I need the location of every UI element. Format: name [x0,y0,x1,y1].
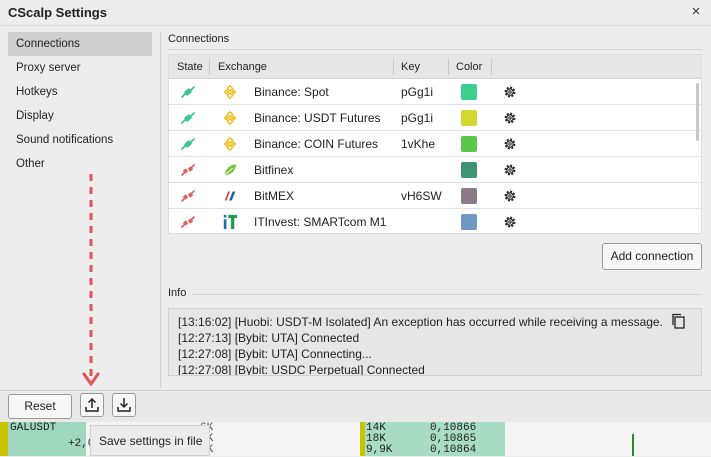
exchange-name: Binance: Spot [254,85,329,99]
connections-section-title: Connections [168,33,230,45]
binance-icon [223,110,237,126]
disconnected-plug-icon[interactable] [181,164,195,176]
download-icon [117,398,131,412]
table-row[interactable]: ITInvest: SMARTcom M1 [169,209,701,233]
sidebar-item-sound-notifications[interactable]: Sound notifications [8,128,152,152]
import-settings-button[interactable] [112,393,136,417]
bitfinex-leaf-icon [224,164,237,176]
color-swatch[interactable] [461,162,477,178]
sidebar-item-hotkeys[interactable]: Hotkeys [8,80,152,104]
annotation-arrow-icon [82,174,100,387]
tooltip: Save settings in file [90,425,210,456]
table-header: State Exchange Key Color [169,55,701,79]
column-divider [393,59,394,75]
disconnected-plug-icon[interactable] [181,190,195,202]
column-header-color[interactable]: Color [456,55,482,79]
background-candle [632,434,634,456]
connected-plug-icon[interactable] [181,138,195,150]
exchange-name: Binance: COIN Futures [254,137,379,151]
sidebar-item-display[interactable]: Display [8,104,152,128]
log-line: [12:27:13] [Bybit: UTA] Connected [178,331,360,345]
close-icon[interactable]: × [687,3,705,21]
connection-key: 1vKhe [401,137,436,151]
exchange-name: Binance: USDT Futures [254,111,381,125]
connected-plug-icon[interactable] [181,86,195,98]
background-book-price: 0,10864 [430,444,477,456]
disconnected-plug-icon[interactable] [181,216,195,228]
log-line: [13:16:02] [Huobi: USDT-M Isolated] An e… [178,315,663,329]
binance-icon [223,136,237,152]
table-row[interactable]: BitMEX vH6SW [169,183,701,209]
itinvest-icon [223,214,238,230]
log-line: [12:27:08] [Bybit: UTA] Connecting... [178,347,372,361]
log-line: [12:27:08] [Bybit: USDC Perpetual] Conne… [178,363,425,376]
window-title: CScalp Settings [8,5,107,20]
gear-icon[interactable] [503,137,517,151]
sidebar: Connections Proxy server Hotkeys Display… [8,32,152,388]
column-divider [209,59,210,75]
background-marker [0,422,8,456]
gear-icon[interactable] [503,163,517,177]
table-row[interactable]: Bitfinex [169,157,701,183]
column-header-key[interactable]: Key [401,55,420,79]
connection-key: pGg1i [401,85,434,99]
table-row[interactable]: Binance: COIN Futures 1vKhe [169,131,701,157]
info-section-title: Info [168,287,187,299]
info-log[interactable]: [13:16:02] [Huobi: USDT-M Isolated] An e… [168,308,702,376]
color-swatch[interactable] [461,188,477,204]
exchange-name: ITInvest: SMARTcom M1 [254,215,387,229]
table-row[interactable]: Binance: USDT Futures pGg1i [169,105,701,131]
gear-icon[interactable] [503,111,517,125]
gear-icon[interactable] [503,215,517,229]
color-swatch[interactable] [461,110,477,126]
color-swatch[interactable] [461,214,477,230]
title-bar: CScalp Settings × [0,0,711,26]
connection-key: pGg1i [401,111,434,125]
reset-button[interactable]: Reset [8,394,72,419]
add-connection-button[interactable]: Add connection [602,243,702,270]
color-swatch[interactable] [461,136,477,152]
sidebar-item-proxy-server[interactable]: Proxy server [8,56,152,80]
exchange-name: BitMEX [254,189,295,203]
bitmex-icon [224,191,236,201]
column-header-state[interactable]: State [177,55,203,79]
export-settings-button[interactable] [80,393,104,417]
info-divider [192,294,702,295]
table-scrollbar[interactable] [696,83,699,141]
background-ticker: GALUSDT [10,422,57,434]
sidebar-item-other[interactable]: Other [8,152,152,176]
column-divider [491,59,492,75]
column-divider [448,59,449,75]
connections-table: State Exchange Key Color Binance: Spot p… [168,54,702,234]
copy-icon[interactable] [671,313,685,329]
footer-bar [0,390,711,422]
sidebar-divider [160,32,161,388]
gear-icon[interactable] [503,189,517,203]
table-row[interactable]: Binance: Spot pGg1i [169,79,701,105]
color-swatch[interactable] [461,84,477,100]
connected-plug-icon[interactable] [181,112,195,124]
gear-icon[interactable] [503,85,517,99]
connection-key: vH6SW [401,189,442,203]
background-book-size: 9,9K [366,444,393,456]
exchange-name: Bitfinex [254,163,294,177]
connections-divider [168,49,702,50]
upload-icon [85,397,99,412]
column-header-exchange[interactable]: Exchange [218,55,267,79]
binance-icon [223,84,237,100]
sidebar-item-connections[interactable]: Connections [8,32,152,56]
